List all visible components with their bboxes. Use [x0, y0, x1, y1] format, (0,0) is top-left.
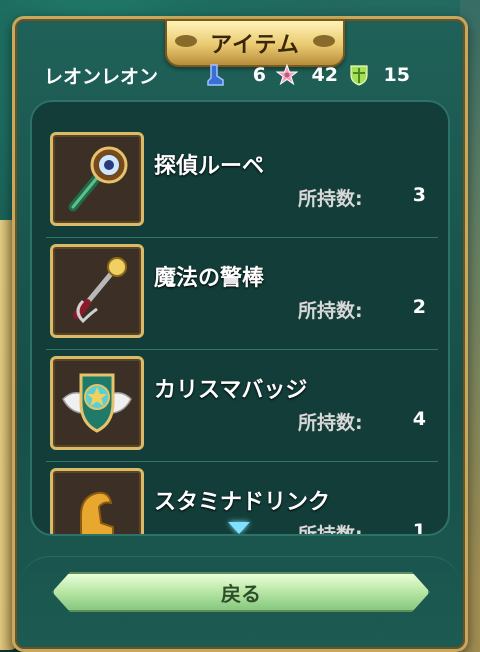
muscle-drink-icon	[50, 468, 144, 534]
item-list: 探偵ルーペ 所持数: 3 魔法の警棒 所持数: 2 カリスマバッジ 所持数: 4…	[46, 126, 438, 536]
quantity-value: 1	[412, 520, 426, 536]
stat-value: 15	[383, 64, 410, 86]
magnifying-glass-icon	[50, 132, 144, 226]
player-name: レオンレオン	[44, 65, 159, 88]
magic-baton-icon	[50, 244, 144, 338]
item-name: カリスマバッジ	[154, 378, 308, 403]
quantity-value: 2	[412, 296, 426, 318]
quantity-label: 所持数:	[298, 188, 363, 210]
quantity-label: 所持数:	[298, 412, 363, 434]
item-list-frame[interactable]: 探偵ルーペ 所持数: 3 魔法の警棒 所持数: 2 カリスマバッジ 所持数: 4…	[30, 100, 450, 536]
list-item[interactable]: 探偵ルーペ 所持数: 3	[46, 126, 438, 238]
quantity-value: 3	[412, 184, 426, 206]
item-name: 探偵ルーペ	[154, 154, 265, 179]
stat-defense: 15	[348, 64, 410, 86]
star-flower-icon	[276, 64, 298, 86]
shield-icon	[348, 64, 370, 86]
list-item[interactable]: カリスマバッジ 所持数: 4	[46, 350, 438, 462]
list-item[interactable]: 魔法の警棒 所持数: 2	[46, 238, 438, 350]
back-button-label: 戻る	[221, 581, 261, 606]
stat-movement: 6	[204, 64, 266, 86]
quantity-label: 所持数:	[298, 300, 363, 322]
stat-charm: 42	[276, 64, 338, 86]
scroll-down-arrow-icon[interactable]	[228, 522, 250, 534]
stat-value: 42	[311, 64, 338, 86]
player-stats-bar: レオンレオン 6 42 15	[44, 60, 444, 90]
window-title: アイテム	[210, 33, 300, 58]
stat-value: 6	[252, 64, 266, 86]
back-button[interactable]: 戻る	[52, 572, 430, 612]
winged-badge-icon	[50, 356, 144, 450]
quantity-value: 4	[412, 408, 426, 430]
boot-icon	[204, 64, 226, 86]
item-name: スタミナドリンク	[154, 490, 331, 515]
item-name: 魔法の警棒	[154, 266, 265, 291]
quantity-label: 所持数:	[298, 524, 363, 536]
